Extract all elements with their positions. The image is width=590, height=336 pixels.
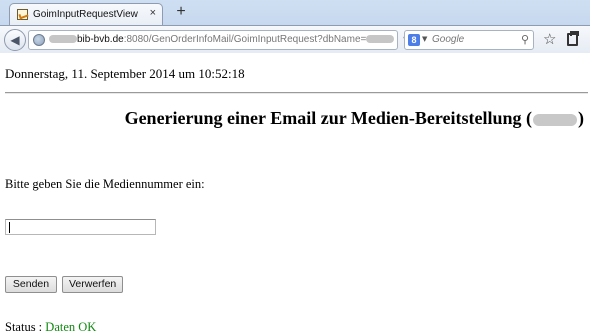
google-icon[interactable]: 8 [408,34,420,46]
status-label: Status : [5,320,43,334]
send-button[interactable]: Senden [5,276,57,293]
page-title-text: Generierung einer Email zur Medien-Berei… [124,108,532,128]
bookmarks-menu-icon[interactable] [567,31,579,46]
page-title-suffix: ) [578,108,584,128]
url-path: :8080/GenOrderInfoMail/GoimInputRequest?… [123,34,367,45]
browser-tab[interactable]: GoimInputRequestView × [9,3,163,25]
discard-button[interactable]: Verwerfen [62,276,123,293]
bookmark-star-icon[interactable]: ☆ [543,30,556,48]
search-bar[interactable]: 8 ▼ Google ⚲ [404,30,534,50]
new-tab-button[interactable]: + [171,3,191,21]
media-number-input[interactable] [5,219,156,235]
page-title: Generierung einer Email zur Medien-Berei… [125,108,584,129]
globe-icon [33,34,45,46]
page-datetime: Donnerstag, 11. September 2014 um 10:52:… [5,66,245,81]
browser-toolbar: ◀ bib-bvb.de:8080/GenOrderInfoMail/GoimI… [0,25,590,53]
back-button[interactable]: ◀ [4,29,26,51]
media-number-label: Bitte geben Sie die Mediennummer ein: [5,177,205,191]
browser-chrome: GoimInputRequestView × + ◀ bib-bvb.de:80… [0,0,590,53]
search-input[interactable]: Google [432,34,464,45]
page-favicon-icon [17,9,28,20]
redacted-text [366,35,395,44]
close-tab-icon[interactable]: × [150,7,156,19]
url-text: bib-bvb.de:8080/GenOrderInfoMail/GoimInp… [49,34,395,45]
status-line: Status : Daten OK [5,320,96,335]
status-value: Daten OK [45,320,97,334]
tab-title: GoimInputRequestView [33,9,138,20]
chevron-down-icon[interactable]: ▼ [422,35,427,43]
redacted-text [533,113,577,126]
address-bar[interactable]: bib-bvb.de:8080/GenOrderInfoMail/GoimInp… [28,30,410,50]
horizontal-divider [5,92,588,94]
search-icon[interactable]: ⚲ [521,33,529,46]
redacted-text [49,35,77,44]
text-cursor [9,222,10,233]
page-content: Donnerstag, 11. September 2014 um 10:52:… [0,53,590,336]
url-host: bib-bvb.de [77,34,124,45]
